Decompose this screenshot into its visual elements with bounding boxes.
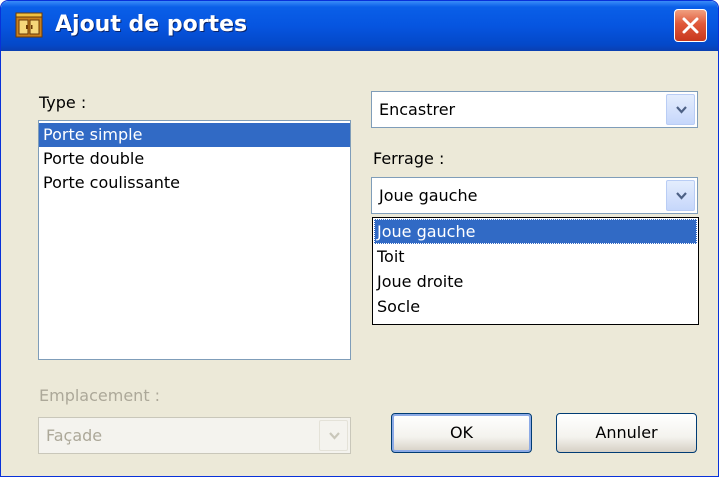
emplacement-label: Emplacement : xyxy=(39,386,161,405)
title-bar[interactable]: Ajout de portes xyxy=(1,1,718,51)
type-label: Type : xyxy=(39,93,87,112)
emplacement-combobox-value: Façade xyxy=(46,426,103,445)
close-button[interactable] xyxy=(674,9,707,42)
dropdown-option[interactable]: Toit xyxy=(374,244,697,269)
cabinet-icon xyxy=(15,12,43,38)
dialog-window: Ajout de portes Type : Porte simple Port… xyxy=(0,0,719,477)
ferrage-dropdown-list[interactable]: Joue gauche Toit Joue droite Socle xyxy=(372,217,699,325)
list-item[interactable]: Porte coulissante xyxy=(39,171,350,195)
dialog-body: Type : Porte simple Porte double Porte c… xyxy=(1,51,718,476)
dropdown-option[interactable]: Socle xyxy=(374,294,697,319)
emplacement-dropdown-button[interactable] xyxy=(319,420,348,451)
ferrage-combobox-value: Joue gauche xyxy=(379,186,478,205)
ferrage-label: Ferrage : xyxy=(373,149,445,168)
emplacement-combobox[interactable]: Façade xyxy=(38,417,351,454)
window-title: Ajout de portes xyxy=(55,12,248,37)
dropdown-option[interactable]: Joue droite xyxy=(374,269,697,294)
list-item[interactable]: Porte double xyxy=(39,147,350,171)
list-item[interactable]: Porte simple xyxy=(39,123,350,147)
mount-combobox-value: Encastrer xyxy=(379,100,456,119)
mount-combobox[interactable]: Encastrer xyxy=(371,91,698,128)
type-listbox[interactable]: Porte simple Porte double Porte coulissa… xyxy=(38,120,351,360)
mount-dropdown-button[interactable] xyxy=(666,94,695,125)
ok-button[interactable]: OK xyxy=(391,413,532,453)
ferrage-combobox[interactable]: Joue gauche xyxy=(371,177,698,214)
dropdown-option[interactable]: Joue gauche xyxy=(374,219,697,244)
cancel-button[interactable]: Annuler xyxy=(556,413,697,453)
ferrage-dropdown-button[interactable] xyxy=(666,180,695,211)
